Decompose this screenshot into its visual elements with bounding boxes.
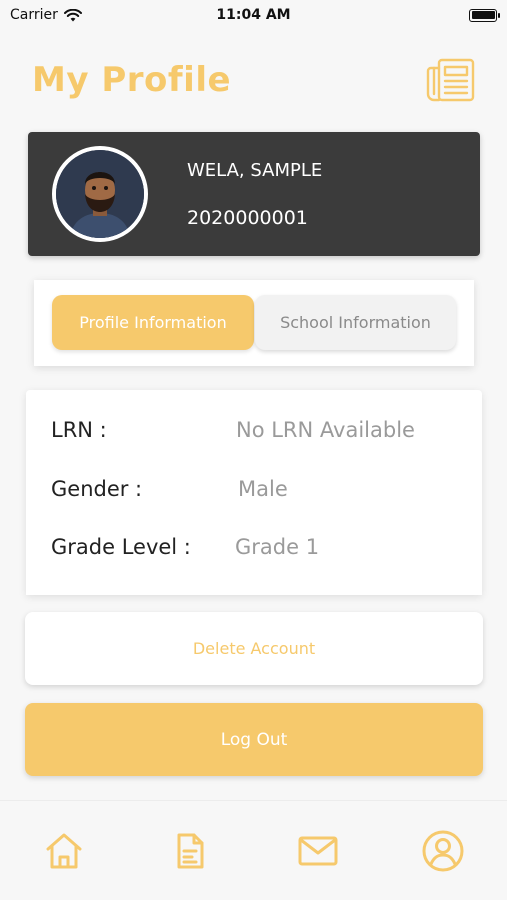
nav-profile[interactable] <box>421 829 465 873</box>
avatar <box>52 146 148 242</box>
page-title: My Profile <box>32 60 232 100</box>
info-row-grade-level: Grade Level : Grade 1 <box>51 535 462 559</box>
profile-card: WELA, SAMPLE 2020000001 <box>28 132 480 256</box>
newspaper-icon[interactable] <box>425 56 477 104</box>
tab-profile-information[interactable]: Profile Information <box>52 295 254 350</box>
lrn-value: No LRN Available <box>236 418 415 442</box>
battery-icon <box>469 8 500 22</box>
home-icon <box>46 833 82 869</box>
wifi-icon <box>63 8 82 21</box>
student-id: 2020000001 <box>187 207 308 229</box>
nav-documents[interactable] <box>168 829 212 873</box>
header: My Profile <box>32 55 477 105</box>
nav-home[interactable] <box>42 829 86 873</box>
bottom-nav <box>0 800 507 900</box>
tab-school-information[interactable]: School Information <box>255 295 456 350</box>
avatar-illustration <box>56 150 144 238</box>
status-left: Carrier <box>10 7 82 23</box>
carrier-label: Carrier <box>10 7 58 23</box>
nav-messages[interactable] <box>296 829 340 873</box>
gender-value: Male <box>238 477 288 501</box>
student-name: WELA, SAMPLE <box>187 160 323 181</box>
gender-label: Gender : <box>51 477 143 501</box>
document-icon <box>177 833 204 869</box>
tabs-card: Profile Information School Information <box>34 280 474 366</box>
mail-icon <box>298 836 338 866</box>
delete-account-button[interactable]: Delete Account <box>25 612 483 685</box>
info-row-lrn: LRN : No LRN Available <box>51 418 462 442</box>
profile-info-card: LRN : No LRN Available Gender : Male Gra… <box>26 390 482 595</box>
logout-button[interactable]: Log Out <box>25 703 483 776</box>
grade-level-value: Grade 1 <box>235 535 320 559</box>
profile-icon <box>422 830 464 872</box>
info-row-gender: Gender : Male <box>51 477 462 501</box>
grade-level-label: Grade Level : <box>51 535 191 559</box>
status-bar: Carrier 11:04 AM <box>0 0 507 30</box>
lrn-label: LRN : <box>51 418 107 442</box>
